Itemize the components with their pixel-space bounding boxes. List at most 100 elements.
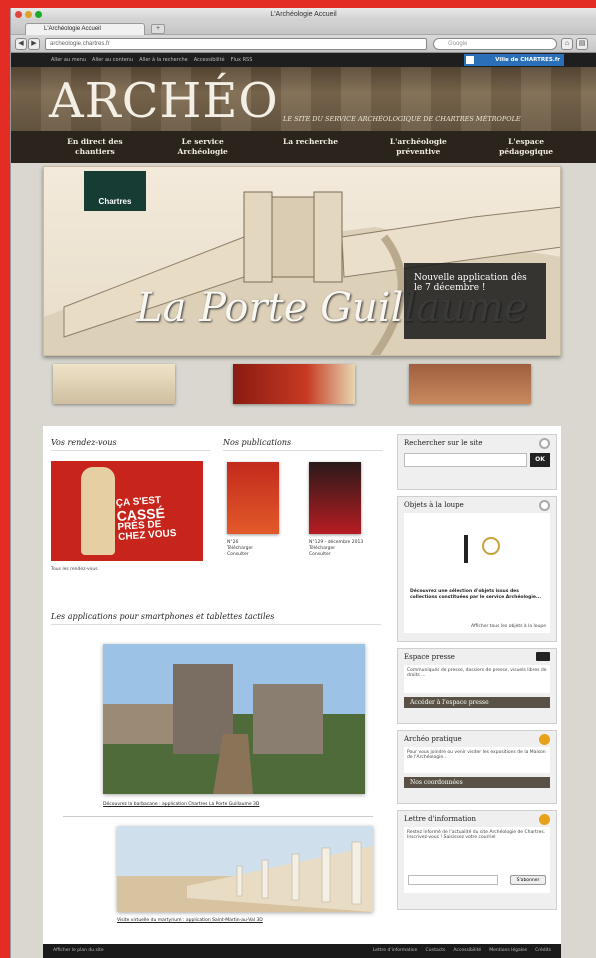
footer-links: Lettre d'information Contacts Accessibil…: [373, 944, 551, 958]
search-submit-button[interactable]: OK: [530, 453, 550, 467]
check-icon: [539, 814, 550, 825]
footer-link[interactable]: Contacts: [426, 944, 446, 958]
topbar-link[interactable]: Accessibilité: [194, 57, 225, 63]
site-footer: Afficher le plan du site Lettre d'inform…: [43, 944, 561, 958]
rendezvous-link[interactable]: Tous les rendez-vous: [51, 567, 211, 572]
window-titlebar: L'Archéologie Accueil: [11, 8, 596, 21]
loupe-panel[interactable]: Découvrez une sélection d'objets issus d…: [404, 513, 550, 633]
accessibility-links: Aller au menu Aller au contenu Aller à l…: [51, 57, 252, 63]
presse-box: Espace presse Communiqués de presse, dos…: [397, 648, 557, 724]
tab-strip: L'Archéologie Accueil +: [11, 21, 596, 35]
window-title: L'Archéologie Accueil: [270, 11, 337, 18]
search-title: Rechercher sur le site: [404, 439, 483, 447]
hero-announcement[interactable]: Nouvelle application dès le 7 décembre !: [404, 263, 546, 339]
vase-image: [81, 467, 115, 555]
footer-link[interactable]: Accessibilité: [453, 944, 481, 958]
site-logo[interactable]: ARCHÉO: [49, 73, 279, 129]
pratique-box: Archéo pratique Pour vous joindre ou ven…: [397, 730, 557, 804]
zoom-icon[interactable]: [35, 11, 42, 18]
publications-section: Nos publications N°26 Télécharger Consul…: [223, 438, 383, 557]
loupe-title: Objets à la loupe: [404, 501, 464, 509]
main-content: Vos rendez-vous ÇA S'EST CASSÉ PRÈS DE C…: [43, 426, 561, 946]
colonnade-image: [117, 826, 373, 912]
footer-link[interactable]: Crédits: [535, 944, 551, 958]
newspaper-icon: [536, 652, 550, 661]
footer-link[interactable]: Lettre d'information: [373, 944, 418, 958]
rendezvous-poster[interactable]: ÇA S'EST CASSÉ PRÈS DE CHEZ VOUS: [51, 461, 203, 561]
bookmarks-icon[interactable]: ▤: [576, 38, 588, 50]
back-button[interactable]: ◀: [15, 38, 27, 50]
app-image-porte-guillaume[interactable]: [103, 644, 365, 794]
apps-heading: Les applications pour smartphones et tab…: [51, 612, 381, 625]
rendezvous-section: Vos rendez-vous ÇA S'EST CASSÉ PRÈS DE C…: [51, 438, 211, 572]
lettre-box: Lettre d'information Restez informé de l…: [397, 810, 557, 910]
publications-heading: Nos publications: [223, 438, 383, 451]
castle-photo: [103, 644, 365, 794]
poster-line: CHEZ VOUS: [117, 527, 177, 543]
nav-item-pedagogique[interactable]: L'espace pédagogique: [486, 137, 566, 163]
main-nav: En direct des chantiers Le service Arché…: [11, 131, 596, 163]
poster-text: ÇA S'EST CASSÉ PRÈS DE CHEZ VOUS: [115, 495, 177, 543]
footer-link[interactable]: Mentions légales: [489, 944, 527, 958]
search-box: Rechercher sur le site OK: [397, 434, 557, 490]
browser-search-input[interactable]: Google: [433, 38, 557, 50]
site-search-input[interactable]: [404, 453, 527, 467]
sitemap-link[interactable]: Afficher le plan du site: [53, 944, 104, 958]
presse-title: Espace presse: [404, 653, 455, 661]
lettre-title: Lettre d'information: [404, 815, 477, 823]
close-icon[interactable]: [15, 11, 22, 18]
minimize-icon[interactable]: [25, 11, 32, 18]
consult-link[interactable]: Consulter: [227, 552, 253, 558]
thumbnail-fouilles[interactable]: [409, 364, 531, 404]
nav-item-recherche[interactable]: La recherche: [270, 137, 350, 163]
presse-text: Communiqués de presse, dossiers de press…: [404, 665, 550, 693]
site-topbar: Aller au menu Aller au contenu Aller à l…: [11, 53, 596, 67]
thumbnail-expo[interactable]: [233, 364, 355, 404]
sidebar: Rechercher sur le site OK Objets à la lo…: [397, 434, 557, 916]
magnifier-icon: [539, 500, 550, 511]
lettre-text: Restez informé de l'actualité du site Ar…: [407, 830, 546, 840]
search-form: OK: [404, 453, 550, 467]
topbar-link[interactable]: Aller à la recherche: [139, 57, 188, 63]
app-caption[interactable]: Découvrez la barbacane : application Cha…: [103, 802, 259, 807]
loupe-text: Découvrez une sélection d'objets issus d…: [410, 589, 542, 600]
publication-cover[interactable]: [309, 462, 361, 534]
topbar-link[interactable]: Aller au contenu: [92, 57, 133, 63]
forward-button[interactable]: ▶: [28, 38, 40, 50]
pratique-title: Archéo pratique: [404, 735, 462, 743]
search-icon: [539, 438, 550, 449]
hero-banner[interactable]: Chartres La Porte Guillaume Nouvelle app…: [43, 166, 561, 356]
new-tab-button[interactable]: +: [151, 24, 165, 34]
object-image: [464, 535, 468, 563]
url-bar[interactable]: archeologie.chartres.fr: [45, 38, 427, 50]
app-image-saint-martin[interactable]: [117, 826, 373, 912]
app-caption[interactable]: Visite virtuelle du martyrium : applicat…: [117, 918, 263, 923]
publication-caption: N°129 - décembre 2013 Télécharger Consul…: [309, 540, 363, 558]
nav-item-chantiers[interactable]: En direct des chantiers: [55, 137, 135, 163]
site-tagline: LE SITE DU SERVICE ARCHÉOLOGIQUE DE CHAR…: [283, 115, 521, 123]
email-input[interactable]: [408, 875, 498, 885]
coordonnees-button[interactable]: Nos coordonnées: [404, 777, 550, 788]
browser-toolbar: ◀ ▶ archeologie.chartres.fr Google ⌂ ▤: [11, 35, 596, 53]
subscribe-button[interactable]: S'abonner: [510, 875, 546, 885]
browser-window: L'Archéologie Accueil L'Archéologie Accu…: [10, 8, 596, 958]
consult-link[interactable]: Consulter: [309, 552, 363, 558]
presse-button[interactable]: Accéder à l'espace presse: [404, 697, 550, 708]
loupe-box: Objets à la loupe Découvrez une sélectio…: [397, 496, 557, 642]
thumbnail-porte[interactable]: [53, 364, 175, 404]
nav-item-preventive[interactable]: L'archéologie préventive: [378, 137, 458, 163]
rendezvous-heading: Vos rendez-vous: [51, 438, 211, 451]
topbar-link[interactable]: Flux RSS: [231, 57, 253, 63]
nav-item-service[interactable]: Le service Archéologie: [163, 137, 243, 163]
chartres-brand-logo: Chartres: [84, 171, 146, 211]
publication-cover[interactable]: [227, 462, 279, 534]
publication-caption: N°26 Télécharger Consulter: [227, 540, 253, 558]
home-icon[interactable]: ⌂: [561, 38, 573, 50]
window-controls: [15, 11, 42, 18]
ville-chartres-link[interactable]: Ville de CHARTRES.fr: [464, 54, 564, 66]
topbar-link[interactable]: Aller au menu: [51, 57, 86, 63]
browser-tab[interactable]: L'Archéologie Accueil: [25, 23, 145, 35]
loupe-link[interactable]: Afficher tous les objets à la loupe: [471, 624, 546, 629]
ring-image: [482, 537, 500, 555]
hero-thumbnails: [53, 364, 533, 406]
